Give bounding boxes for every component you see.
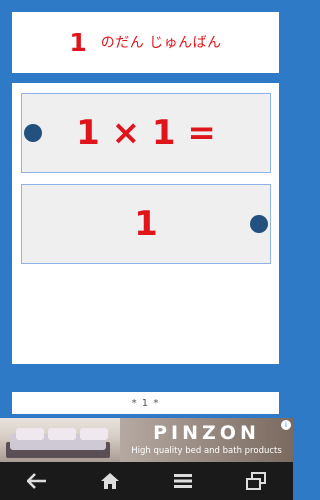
ad-info-icon[interactable]: i (281, 420, 291, 430)
ad-tagline: High quality bed and bath products (131, 446, 282, 456)
header-card: 1 のだん じゅんばん (12, 12, 279, 73)
home-icon (100, 473, 119, 489)
pillow-shape (80, 428, 108, 440)
menu-icon (174, 474, 193, 488)
ad-text-block: PINZON High quality bed and bath product… (120, 422, 293, 457)
back-icon (26, 473, 46, 489)
navigation-bar (0, 462, 293, 500)
question-text: 1 × 1 = (76, 113, 216, 153)
menu-button[interactable] (163, 466, 203, 496)
drag-dot-icon[interactable] (24, 124, 42, 142)
drag-dot-icon[interactable] (250, 215, 268, 233)
pillow-shape (16, 428, 44, 440)
answer-text: 1 (134, 204, 158, 244)
home-button[interactable] (90, 466, 130, 496)
header-title: のだん じゅんばん (100, 34, 222, 51)
card-area: 1 × 1 = 1 (12, 83, 279, 364)
recent-apps-button[interactable] (236, 466, 276, 496)
page-indicator: * 1 * (131, 397, 160, 409)
pillow-shape (48, 428, 76, 440)
question-panel[interactable]: 1 × 1 = (21, 93, 271, 173)
pagination-bar: * 1 * (12, 392, 279, 414)
ad-brand: PINZON (153, 422, 260, 444)
recent-apps-icon (246, 472, 267, 490)
back-button[interactable] (17, 466, 57, 496)
answer-panel[interactable]: 1 (21, 184, 271, 264)
dan-number: 1 (69, 28, 87, 57)
ad-bed-image (0, 418, 120, 462)
ad-banner[interactable]: PINZON High quality bed and bath product… (0, 418, 293, 462)
